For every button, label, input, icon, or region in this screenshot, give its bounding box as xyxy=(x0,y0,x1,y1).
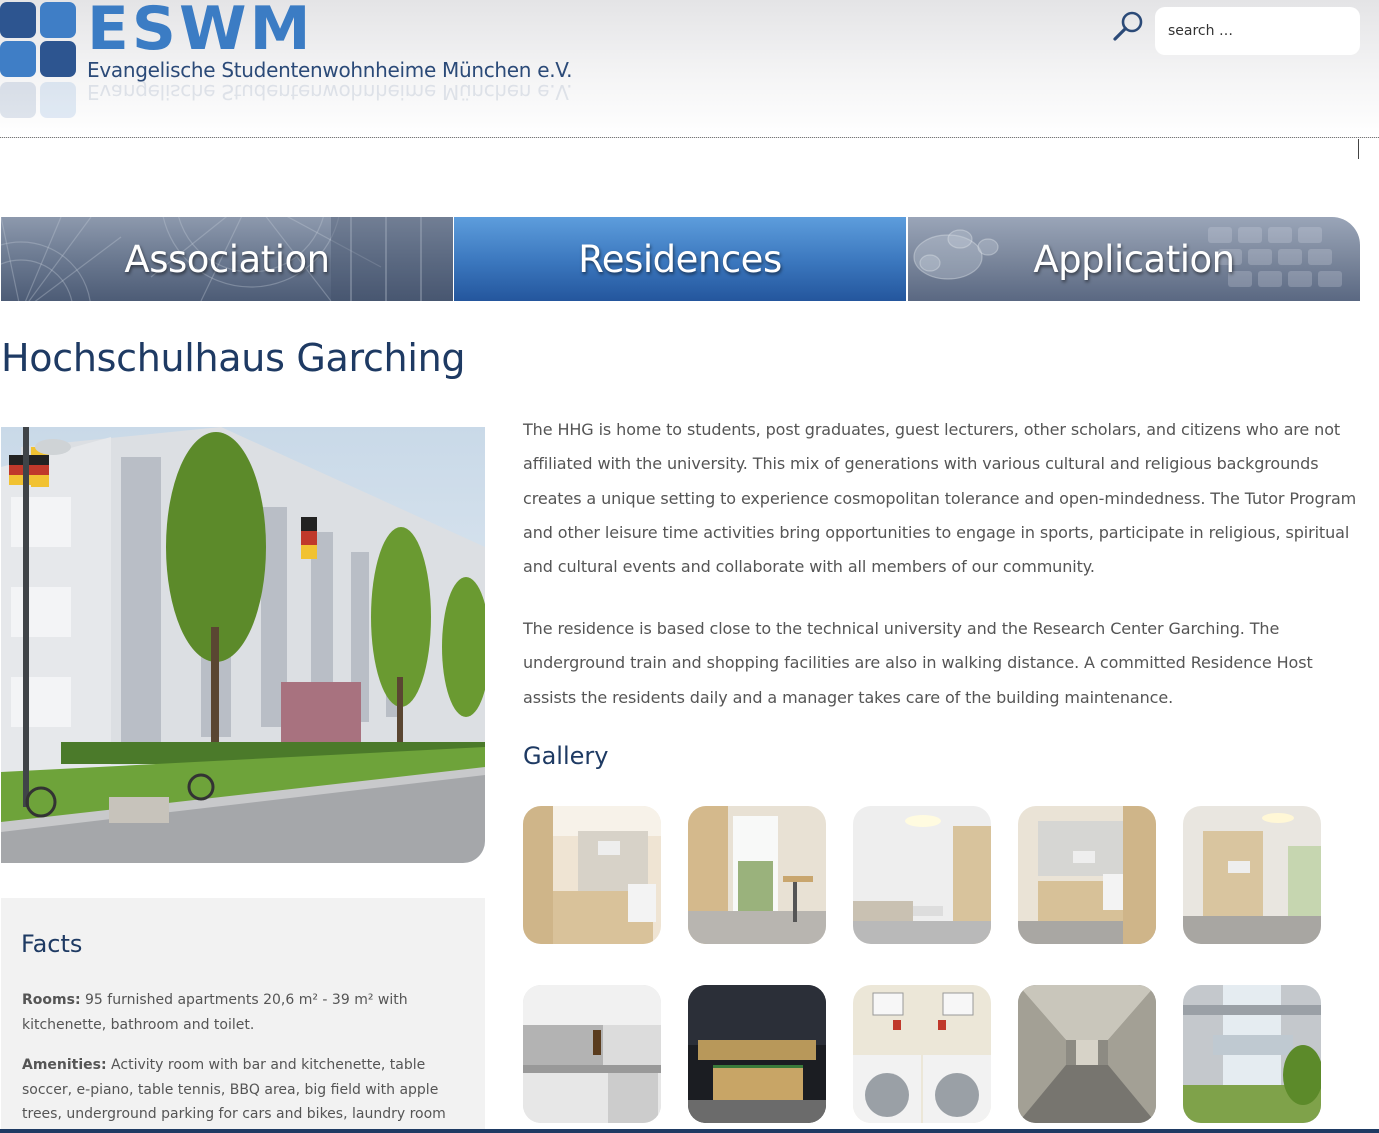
nav-residences-label: Residences xyxy=(578,237,782,281)
bottom-border xyxy=(0,1129,1379,1133)
search-icon[interactable] xyxy=(1112,9,1146,43)
nav-residences[interactable]: Residences xyxy=(454,217,906,301)
gallery-thumb-kitchen-cabinets[interactable] xyxy=(523,985,661,1123)
facts-rooms-text: 95 furnished apartments 20,6 m² - 39 m² … xyxy=(22,992,408,1033)
nav-application-label: Application xyxy=(1033,237,1235,281)
gallery-thumb-walkway[interactable] xyxy=(1183,985,1321,1123)
nav-association-label: Association xyxy=(124,237,330,281)
gallery-thumb-kitchenette[interactable] xyxy=(523,806,661,944)
search-input[interactable] xyxy=(1155,7,1360,55)
facts-amenities-label: Amenities: xyxy=(22,1057,107,1073)
nav-application[interactable]: Application xyxy=(908,217,1360,301)
gallery-thumb-laundry-room[interactable] xyxy=(853,985,991,1123)
logo-subtitle: Evangelische Studentenwohnheime München … xyxy=(87,58,573,82)
facts-title: Facts xyxy=(21,930,83,958)
divider-tick xyxy=(1358,139,1359,159)
facts-rooms: Rooms: 95 furnished apartments 20,6 m² -… xyxy=(22,988,472,1037)
main-nav: Association Residences Application xyxy=(0,217,1361,301)
logo-subtitle-reflection: Evangelische Studentenwohnheime München … xyxy=(87,80,573,104)
page-title: Hochschulhaus Garching xyxy=(1,336,466,380)
gallery-thumb-kitchen-2[interactable] xyxy=(1018,806,1156,944)
gallery-thumb-apartment[interactable] xyxy=(1183,806,1321,944)
gallery-thumb-underground-parking[interactable] xyxy=(1018,985,1156,1123)
residence-photo xyxy=(1,427,485,863)
location-paragraph: The residence is based close to the tech… xyxy=(523,619,1313,707)
facts-amenities: Amenities: Activity room with bar and ki… xyxy=(22,1053,472,1133)
nav-association[interactable]: Association xyxy=(1,217,453,301)
eswm-logo-icon[interactable] xyxy=(0,2,78,77)
facts-rooms-label: Rooms: xyxy=(22,992,81,1008)
page: ESWM Evangelische Studentenwohnheime Mün… xyxy=(0,0,1379,1133)
site-header: ESWM Evangelische Studentenwohnheime Mün… xyxy=(0,0,1379,138)
gallery-thumb-entrance[interactable] xyxy=(688,806,826,944)
gallery-thumb-activity-room[interactable] xyxy=(688,985,826,1123)
intro-paragraph: The HHG is home to students, post gradua… xyxy=(523,420,1357,577)
gallery-title: Gallery xyxy=(523,742,609,770)
gallery-thumb-bedroom[interactable] xyxy=(853,806,991,944)
logo-wordmark[interactable]: ESWM xyxy=(87,0,314,64)
logo-reflection xyxy=(0,82,78,122)
